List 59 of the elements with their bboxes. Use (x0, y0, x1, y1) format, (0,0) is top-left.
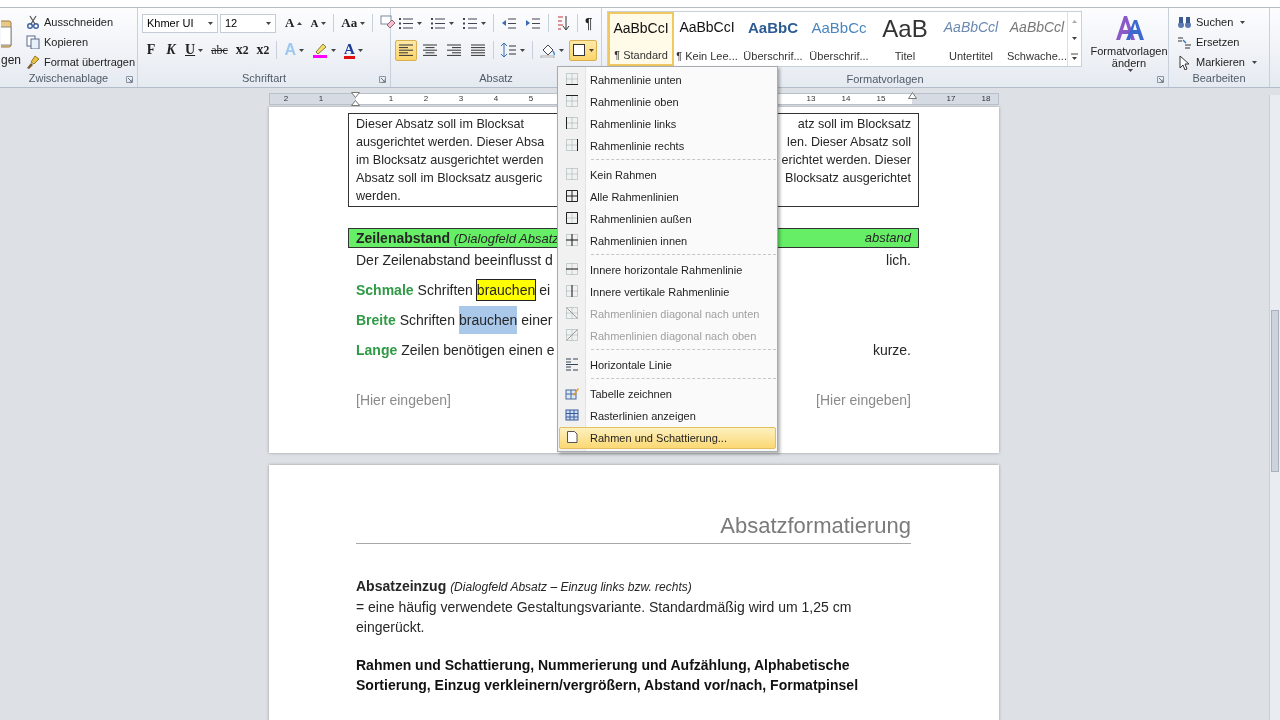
text-line: Blocksatz ausgerichtet (785, 170, 911, 187)
selected-word: brauchen (458, 306, 518, 334)
summary-text: Rahmen und Schattierung, Nummerierung und Aufzählung, Alphabetische Sortierung, Einzug verkleinern/vergrößern, Abstand vor/nach, Formatpinsel (356, 656, 860, 695)
body-text: kurze. (872, 341, 911, 360)
ruler-number: 1 (318, 94, 324, 104)
text-line: atz soll im Blocksatz (797, 116, 911, 133)
body-text: lich. (886, 251, 911, 270)
group-label: Zwischenablage (28, 72, 109, 84)
heading-text: Zeilenabstand (Dialogfeld Absatz (356, 229, 559, 247)
group-label: Absatz (479, 72, 513, 84)
ruler-number: 4 (493, 94, 499, 104)
style-name: Überschrif... (743, 50, 803, 62)
definition-text: = eine häufig verwendete Gestaltungsvariante. Standardmäßig wird um 1,25 cm eingerückt. (356, 598, 853, 637)
style-preview: AaBbCcI (679, 19, 735, 37)
body-text: Der Zeilenabstand beeinflusst d (356, 251, 553, 270)
style-preview: AaBbCcl (1009, 19, 1065, 37)
ruler-number: 2 (283, 94, 289, 104)
section-heading: Absatzformatierung (356, 513, 911, 544)
emphasis-word: Breite (356, 311, 396, 330)
emphasis-word: Schmale (356, 281, 414, 300)
body-text: Schriften (417, 281, 473, 300)
style-preview: AaBbC (748, 19, 798, 38)
group-label: Bearbeiten (1192, 72, 1246, 84)
text-line: Dieser Absatz soll im Blocksat (356, 116, 524, 133)
text-line: werden. (356, 188, 401, 205)
heading-text: abstand (864, 229, 911, 247)
group-label: Formatvorlagen (846, 73, 924, 85)
body-text: Schriften (399, 311, 455, 330)
group-label: Schriftart (242, 72, 286, 84)
term-line: Absatzeinzug (Dialogfeld Absatz – Einzug links bzw. rechts) (356, 577, 693, 596)
ruler-number: 1 (388, 94, 394, 104)
style-name: Schwache... (1007, 50, 1067, 62)
ruler-number: 14 (841, 94, 851, 104)
style-name: ¶ Kein Lee... (676, 50, 738, 62)
style-preview: AaBbCcl (943, 19, 999, 37)
ruler-number: 17 (946, 94, 956, 104)
body-text: Zeilen benötigen einen e (401, 341, 555, 360)
ruler-number: 5 (528, 94, 534, 104)
text-line: Absatz soll im Blocksatz ausgeric (356, 170, 543, 187)
emphasis-word: Lange (356, 341, 398, 360)
ruler-number: 15 (876, 94, 886, 104)
style-name: Überschrif... (809, 50, 869, 62)
ruler-number: 13 (806, 94, 816, 104)
style-name: Titel (894, 50, 916, 62)
style-name: Untertitel (949, 50, 993, 62)
highlighted-word: brauchen (476, 280, 536, 300)
text-line: len. Dieser Absatz soll (787, 134, 911, 151)
text-line: erichtet werden. Dieser (781, 152, 911, 169)
ruler-number: 18 (981, 94, 991, 104)
ruler-number: 3 (458, 94, 464, 104)
style-name: ¶ Standard (614, 49, 668, 61)
style-preview: AaBbCcI (613, 20, 669, 38)
text-line: ausgerichtet werden. Dieser Absa (356, 134, 545, 151)
text-line: im Blocksatz ausgerichtet werden (356, 152, 544, 169)
body-text: ei (539, 281, 551, 300)
ruler-number: 2 (423, 94, 429, 104)
body-text: einer (521, 311, 553, 330)
style-preview: AaBbCc (811, 19, 867, 38)
style-preview: AaB (882, 19, 928, 39)
